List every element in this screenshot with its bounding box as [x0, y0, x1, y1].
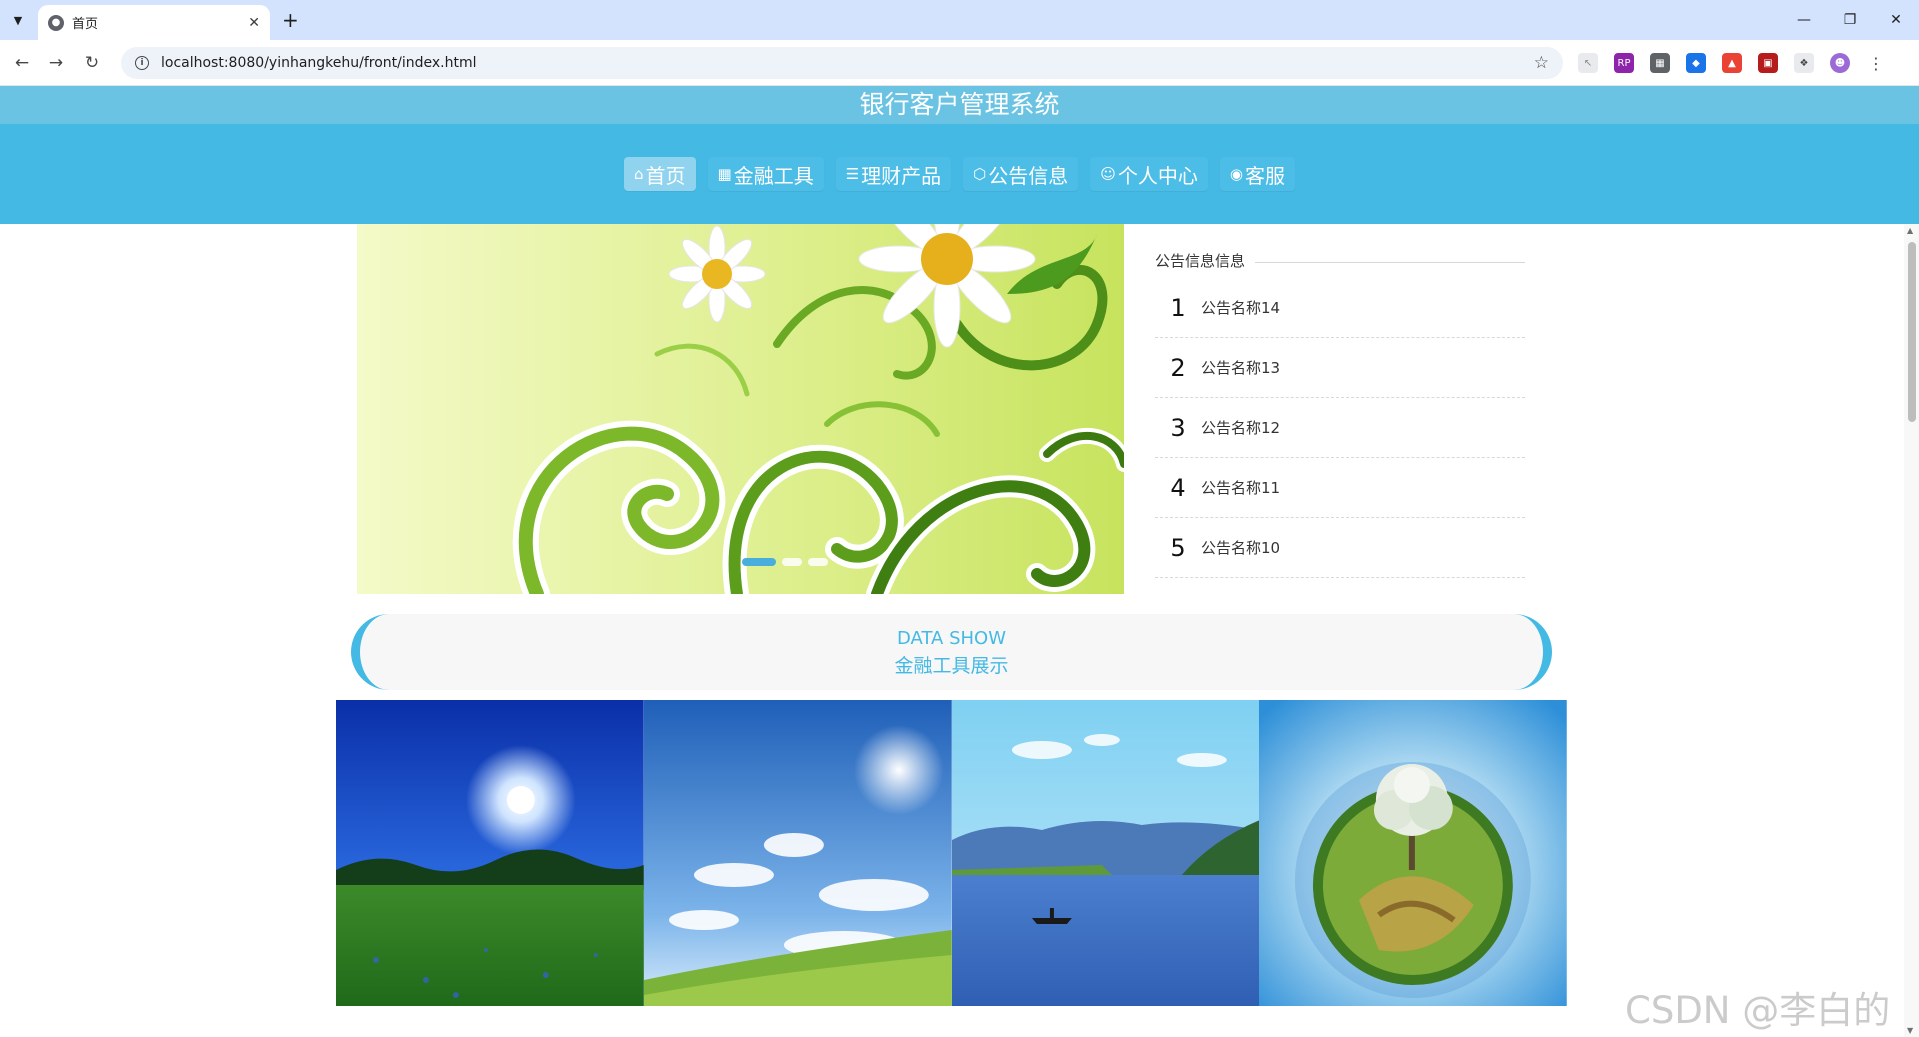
window-close-icon[interactable]: ✕ [1873, 0, 1919, 40]
notice-title[interactable]: 公告名称12 [1201, 417, 1280, 438]
gallery-item[interactable] [643, 700, 952, 1006]
data-show-en-title: DATA SHOW [896, 628, 1007, 649]
notice-item[interactable]: 2 公告名称13 [1155, 338, 1525, 398]
new-tab-plus-icon[interactable]: + [282, 8, 299, 32]
bookmark-star-icon[interactable]: ☆ [1534, 53, 1549, 73]
scroll-up-arrow-icon[interactable]: ▲ [1907, 226, 1913, 235]
notice-item[interactable]: 5 公告名称10 [1155, 518, 1525, 578]
nav-item-label: 客服 [1245, 163, 1285, 188]
nav-item-label: 个人中心 [1117, 163, 1198, 188]
notice-number: 1 [1170, 293, 1186, 322]
site-title: 银行客户管理系统 [0, 86, 1919, 124]
tab-search-chevron-icon[interactable]: ▼ [6, 8, 30, 32]
globe-icon: ● [48, 14, 64, 31]
tree-extension-icon[interactable]: ▲ [1722, 53, 1742, 73]
notice-panel: 公告信息信息 1 公告名称14 2 公告名称13 3 公告名称12 4 公告名称… [1155, 224, 1525, 594]
tiny-planet-image [1259, 700, 1567, 1006]
notice-title[interactable]: 公告名称11 [1201, 477, 1280, 498]
site-info-icon[interactable]: i [135, 56, 149, 70]
scrollbar-thumb[interactable] [1908, 242, 1916, 422]
restore-icon[interactable]: ❐ [1827, 0, 1873, 40]
carousel-dot[interactable] [808, 558, 828, 566]
notice-number: 5 [1170, 533, 1186, 562]
rp-extension-icon[interactable]: RP [1614, 53, 1634, 73]
nav-item-home[interactable]: ⌂ 首页 [623, 157, 696, 191]
sunny-hill-image [643, 700, 952, 1006]
nav-item-label: 公告信息 [988, 163, 1069, 188]
close-icon[interactable]: ✕ [248, 15, 260, 31]
main-nav: ⌂ 首页 ▦ 金融工具 ☰ 理财产品 ⬡ 公告信息 ☺ 个人中心 ◉ 客服 [0, 124, 1919, 224]
chat-icon: ◉ [1229, 165, 1243, 183]
daisy-small [668, 225, 766, 323]
more-menu-icon[interactable]: ⋮ [1866, 53, 1886, 73]
layers-icon: ☰ [845, 165, 860, 183]
nav-item-label: 理财产品 [861, 163, 942, 188]
shield-extension-icon[interactable]: ▣ [1758, 53, 1778, 73]
browser-tab[interactable]: ● 首页 ✕ [38, 5, 270, 40]
financial-tools-gallery [336, 700, 1567, 1006]
gallery-item[interactable] [336, 700, 644, 1006]
diamond-extension-icon[interactable]: ◆ [1686, 53, 1706, 73]
nav-item-label: 金融工具 [733, 163, 814, 188]
night-meadow-image [336, 700, 644, 1006]
cursor-extension-icon[interactable]: ↖ [1578, 53, 1598, 73]
address-bar[interactable]: i localhost:8080/yinhangkehu/front/index… [121, 47, 1563, 79]
nav-item-financial-tools[interactable]: ▦ 金融工具 [707, 157, 824, 191]
url-text: localhost:8080/yinhangkehu/front/index.h… [161, 55, 477, 71]
carousel-dot[interactable] [782, 558, 802, 566]
banner-image [357, 224, 1124, 594]
nav-item-wealth-products[interactable]: ☰ 理财产品 [835, 157, 952, 191]
browser-tab-strip: ▼ ● 首页 ✕ + — ❐ ✕ [0, 0, 1919, 40]
notice-heading: 公告信息信息 [1155, 224, 1525, 278]
puzzle-extensions-icon[interactable]: ❖ [1794, 53, 1814, 73]
forward-arrow-icon[interactable]: → [44, 51, 68, 75]
back-arrow-icon[interactable]: ← [10, 51, 34, 75]
cube-icon: ⬡ [973, 165, 987, 183]
notice-title[interactable]: 公告名称10 [1201, 537, 1280, 558]
profile-avatar-icon[interactable]: ☻ [1830, 53, 1850, 73]
notice-number: 3 [1170, 413, 1186, 442]
user-icon: ☺ [1100, 165, 1116, 183]
csdn-watermark: CSDN @李白的粉 [1625, 989, 1891, 1032]
notice-title[interactable]: 公告名称14 [1201, 297, 1280, 318]
data-show-cn-title: 金融工具展示 [894, 655, 1009, 677]
home-icon: ⌂ [633, 165, 644, 183]
notice-number: 4 [1170, 473, 1186, 502]
page-viewport: 银行客户管理系统 ⌂ 首页 ▦ 金融工具 ☰ 理财产品 ⬡ 公告信息 ☺ 个人中… [0, 86, 1919, 1037]
browser-toolbar: ← → ↻ i localhost:8080/yinhangkehu/front… [0, 40, 1919, 86]
lake-boat-image [951, 700, 1260, 1006]
reload-icon[interactable]: ↻ [80, 51, 104, 75]
gallery-item[interactable] [1259, 700, 1567, 1006]
grid-icon: ▦ [717, 165, 732, 183]
notice-number: 2 [1170, 353, 1186, 382]
tab-title: 首页 [72, 17, 99, 32]
nav-item-personal-center[interactable]: ☺ 个人中心 [1090, 157, 1208, 191]
data-show-header: DATA SHOW 金融工具展示 [351, 614, 1552, 690]
notice-item[interactable]: 4 公告名称11 [1155, 458, 1525, 518]
minimize-icon[interactable]: — [1781, 0, 1827, 40]
carousel-dot[interactable] [742, 558, 776, 566]
page-scrollbar[interactable]: ▲ ▼ [1904, 224, 1919, 1037]
nav-item-announcements[interactable]: ⬡ 公告信息 [963, 157, 1079, 191]
carousel-indicators [742, 558, 828, 566]
gallery-item[interactable] [951, 700, 1260, 1006]
extension-icons: ↖ RP ▦ ◆ ▲ ▣ ❖ ☻ ⋮ [1578, 51, 1902, 75]
nav-item-label: 首页 [645, 163, 686, 188]
nav-item-customer-service[interactable]: ◉ 客服 [1219, 157, 1295, 191]
notice-item[interactable]: 1 公告名称14 [1155, 278, 1525, 338]
gamepad-extension-icon[interactable]: ▦ [1650, 53, 1670, 73]
notice-title[interactable]: 公告名称13 [1201, 357, 1280, 378]
banner-carousel[interactable] [357, 224, 1124, 594]
window-controls: — ❐ ✕ [1781, 0, 1919, 40]
notice-item[interactable]: 3 公告名称12 [1155, 398, 1525, 458]
